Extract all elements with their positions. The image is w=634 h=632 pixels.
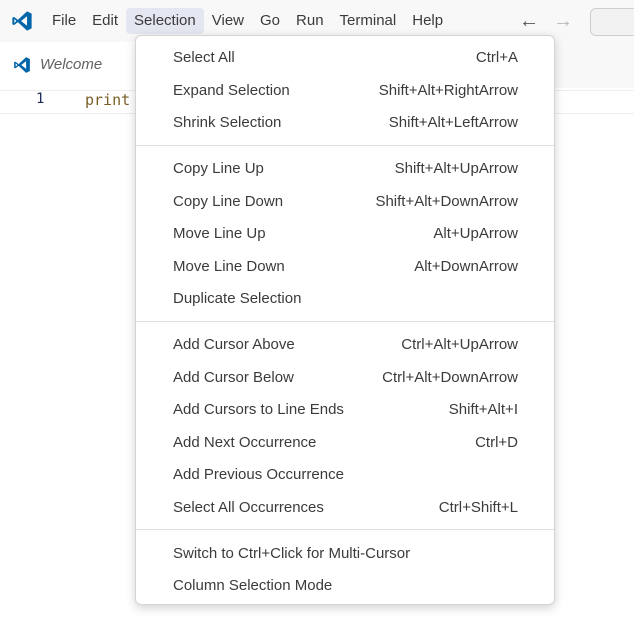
menu-option-shortcut: Alt+UpArrow — [433, 225, 518, 242]
menu-option-shortcut: Alt+DownArrow — [414, 258, 518, 275]
menu-option-add-next-occurrence[interactable]: Add Next Occurrence Ctrl+D — [136, 429, 554, 457]
menu-option-shortcut: Shift+Alt+I — [448, 401, 518, 418]
menu-option-column-selection-mode[interactable]: Column Selection Mode — [136, 572, 554, 600]
menu-separator — [136, 529, 554, 530]
menu-option-label: Add Cursors to Line Ends — [173, 401, 344, 418]
menu-option-shortcut: Shift+Alt+RightArrow — [378, 82, 518, 99]
tab-label: Welcome — [40, 56, 103, 73]
menu-option-add-cursor-below[interactable]: Add Cursor Below Ctrl+Alt+DownArrow — [136, 364, 554, 392]
tab-welcome[interactable]: Welcome — [0, 42, 151, 88]
menu-view[interactable]: View — [204, 8, 252, 34]
menu-option-label: Add Cursor Above — [173, 336, 295, 353]
menu-file[interactable]: File — [44, 8, 84, 34]
menu-go[interactable]: Go — [252, 8, 288, 34]
menu-option-add-cursor-above[interactable]: Add Cursor Above Ctrl+Alt+UpArrow — [136, 331, 554, 359]
menu-option-label: Duplicate Selection — [173, 290, 302, 307]
code-line[interactable]: print — [85, 91, 130, 109]
menu-option-label: Move Line Up — [173, 225, 266, 242]
menu-option-shortcut: Shift+Alt+LeftArrow — [388, 114, 518, 131]
menu-option-add-previous-occurrence[interactable]: Add Previous Occurrence — [136, 461, 554, 489]
menu-option-switch-multi-cursor[interactable]: Switch to Ctrl+Click for Multi-Cursor — [136, 540, 554, 568]
forward-arrow-icon[interactable]: → — [552, 10, 574, 32]
menu-option-label: Select All — [173, 49, 235, 66]
menu-option-label: Add Cursor Below — [173, 369, 294, 386]
menu-option-label: Expand Selection — [173, 82, 290, 99]
menu-option-shortcut: Ctrl+A — [475, 49, 518, 66]
menu-option-copy-line-up[interactable]: Copy Line Up Shift+Alt+UpArrow — [136, 155, 554, 183]
menu-option-label: Copy Line Up — [173, 160, 264, 177]
menu-option-label: Move Line Down — [173, 258, 285, 275]
menu-option-shortcut: Ctrl+D — [475, 434, 518, 451]
menu-option-select-all[interactable]: Select All Ctrl+A — [136, 44, 554, 72]
menu-terminal[interactable]: Terminal — [332, 8, 405, 34]
menu-option-label: Copy Line Down — [173, 193, 284, 210]
menu-option-copy-line-down[interactable]: Copy Line Down Shift+Alt+DownArrow — [136, 188, 554, 216]
menu-option-label: Shrink Selection — [173, 114, 282, 131]
command-center-search[interactable] — [590, 8, 634, 36]
menu-option-label: Column Selection Mode — [173, 577, 333, 594]
back-arrow-icon[interactable]: ← — [518, 10, 540, 32]
menu-bar: File Edit Selection View Go Run Terminal… — [44, 8, 451, 34]
menu-option-shortcut: Shift+Alt+DownArrow — [375, 193, 518, 210]
menu-option-move-line-up[interactable]: Move Line Up Alt+UpArrow — [136, 220, 554, 248]
menu-separator — [136, 145, 554, 146]
menu-selection[interactable]: Selection — [126, 8, 204, 34]
menu-option-shortcut: Ctrl+Shift+L — [438, 499, 518, 516]
menu-option-expand-selection[interactable]: Expand Selection Shift+Alt+RightArrow — [136, 77, 554, 105]
menu-option-label: Add Next Occurrence — [173, 434, 317, 451]
line-number: 1 — [36, 91, 45, 107]
menu-option-label: Add Previous Occurrence — [173, 466, 344, 483]
menu-option-shortcut: Ctrl+Alt+UpArrow — [401, 336, 518, 353]
menu-option-add-cursors-to-line-ends[interactable]: Add Cursors to Line Ends Shift+Alt+I — [136, 396, 554, 424]
menu-edit[interactable]: Edit — [84, 8, 126, 34]
menu-option-select-all-occurrences[interactable]: Select All Occurrences Ctrl+Shift+L — [136, 494, 554, 522]
menu-option-shortcut: Ctrl+Alt+DownArrow — [382, 369, 518, 386]
selection-menu-dropdown: Select All Ctrl+A Expand Selection Shift… — [135, 35, 555, 605]
vscode-tab-icon — [14, 57, 30, 73]
vscode-logo-icon — [12, 11, 32, 31]
menu-help[interactable]: Help — [404, 8, 451, 34]
menu-separator — [136, 321, 554, 322]
menu-option-duplicate-selection[interactable]: Duplicate Selection — [136, 285, 554, 313]
menu-option-shrink-selection[interactable]: Shrink Selection Shift+Alt+LeftArrow — [136, 109, 554, 137]
menu-option-label: Switch to Ctrl+Click for Multi-Cursor — [173, 545, 411, 562]
menu-option-shortcut: Shift+Alt+UpArrow — [394, 160, 518, 177]
menu-option-move-line-down[interactable]: Move Line Down Alt+DownArrow — [136, 253, 554, 281]
menu-run[interactable]: Run — [288, 8, 332, 34]
menu-option-label: Select All Occurrences — [173, 499, 324, 516]
